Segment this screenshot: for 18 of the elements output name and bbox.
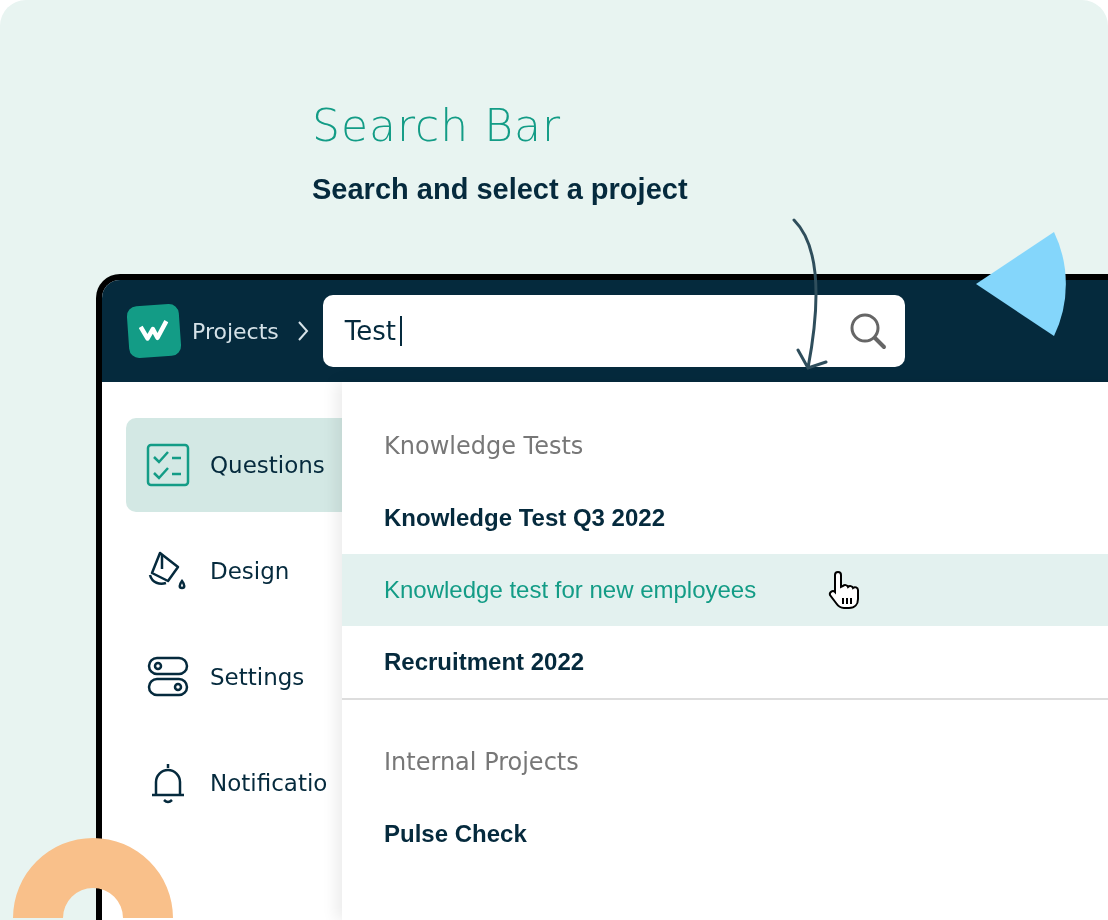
logo-icon[interactable] (126, 303, 182, 359)
sidebar-item[interactable]: Notificatio (126, 736, 342, 830)
chevron-icon (296, 320, 309, 342)
search-icon[interactable] (848, 312, 887, 350)
search-field[interactable]: Test (322, 295, 905, 367)
sidebar-item[interactable]: Questions (126, 418, 342, 512)
sidebar-item[interactable]: Settings (126, 630, 342, 724)
checklist-icon (146, 443, 190, 487)
dropdown-item[interactable]: Knowledge Test Q3 2022 (342, 482, 1108, 554)
toggles-icon (146, 655, 190, 699)
sidebar-item[interactable]: Design (126, 524, 342, 618)
dropdown-item[interactable]: Recruitment 2022 (342, 626, 1108, 698)
dropdown-item[interactable]: Pulse Check (342, 798, 1108, 870)
subtitle: Search and select a project (312, 173, 688, 206)
heading: Search Bar (312, 100, 561, 151)
group-heading: Internal Projects (383, 747, 579, 778)
group-heading: Knowledge Tests (383, 431, 584, 462)
breadcrumb-link[interactable]: Projects (192, 318, 279, 344)
